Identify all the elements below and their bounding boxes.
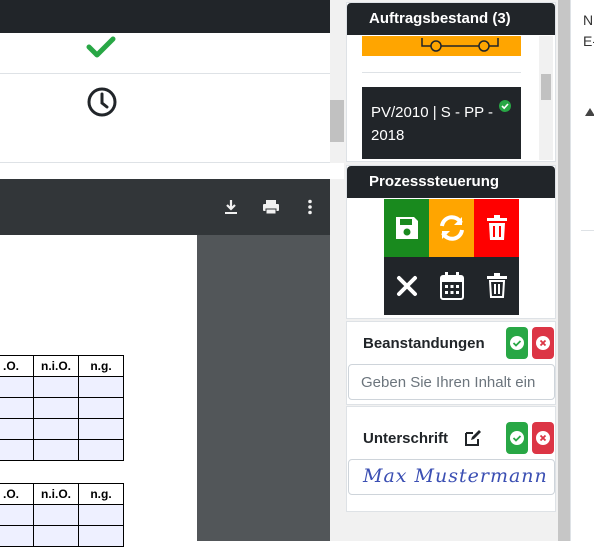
order-card[interactable]	[362, 36, 521, 56]
car-icon	[421, 38, 499, 52]
download-icon	[225, 200, 237, 214]
divider	[581, 230, 594, 231]
table-header	[0, 0, 330, 33]
table-header-cell: n.g.	[78, 355, 124, 377]
table-cell	[33, 439, 79, 461]
pdf-page: .O. n.i.O. n.g. .O. n.i.O. n.g.	[0, 235, 197, 547]
approve-button[interactable]	[506, 327, 528, 359]
beanstandungen-input-wrapper	[348, 364, 555, 400]
table-cell	[0, 439, 34, 461]
close-icon	[396, 276, 417, 296]
delete-dark-button[interactable]	[474, 257, 519, 315]
table-row[interactable]	[0, 33, 330, 74]
pdf-table: .O. n.i.O. n.g.	[0, 483, 124, 547]
cancel-button[interactable]	[384, 257, 429, 315]
prozesssteuerung-panel: Prozesssteuerung	[346, 165, 556, 319]
order-list-scrollbar[interactable]	[539, 36, 553, 160]
table-cell	[78, 376, 124, 398]
far-right-panel: N E-	[570, 0, 594, 541]
reject-button[interactable]	[532, 422, 554, 454]
panel-title: Prozesssteuerung	[347, 166, 555, 198]
table-cell	[33, 504, 79, 526]
check-icon	[86, 36, 116, 58]
print-icon	[263, 200, 279, 215]
trash-outline-icon	[486, 273, 507, 298]
calendar-button[interactable]	[429, 257, 474, 315]
unterschrift-section: Unterschrift Max Mustermann	[346, 406, 556, 512]
order-table	[0, 0, 344, 163]
edit-icon[interactable]	[464, 429, 482, 447]
auftragsbestand-panel: Auftragsbestand (3) PV/2010 | S - PP - 2…	[346, 2, 556, 162]
table-cell	[33, 525, 79, 547]
far-panel-text: E-	[583, 33, 594, 49]
beanstandungen-label: Beanstandungen	[363, 335, 485, 352]
unterschrift-label: Unterschrift	[363, 430, 449, 447]
panel-title: Auftragsbestand (3)	[347, 3, 555, 35]
table-cell	[33, 376, 79, 398]
order-card[interactable]: PV/2010 | S - PP - 2018	[362, 87, 521, 159]
print-button[interactable]	[261, 197, 281, 217]
signature-field[interactable]: Max Mustermann	[348, 459, 555, 495]
table-cell	[0, 376, 34, 398]
pdf-viewer: .O. n.i.O. n.g. .O. n.i.O. n.g.	[0, 179, 330, 547]
signature-text: Max Mustermann	[363, 465, 548, 487]
clock-icon	[87, 87, 117, 117]
check-circle-icon	[510, 336, 524, 350]
table-cell	[78, 397, 124, 419]
table-header-cell: n.i.O.	[33, 355, 79, 377]
scrollbar-thumb[interactable]	[541, 74, 551, 100]
scrollbar-thumb[interactable]	[558, 0, 570, 541]
approve-button[interactable]	[506, 422, 528, 454]
save-button[interactable]	[384, 199, 429, 257]
divider	[362, 72, 521, 73]
page-scrollbar[interactable]	[558, 0, 570, 541]
refresh-button[interactable]	[429, 199, 474, 257]
scrollbar-thumb[interactable]	[330, 100, 344, 142]
x-circle-icon	[536, 431, 550, 445]
table-cell	[0, 525, 34, 547]
table-cell	[78, 439, 124, 461]
table-cell	[78, 418, 124, 440]
trash-icon	[486, 215, 507, 240]
delete-button[interactable]	[474, 199, 519, 257]
kebab-menu-icon	[308, 199, 312, 215]
beanstandungen-input[interactable]	[349, 365, 554, 399]
check-circle-icon	[499, 100, 511, 112]
sync-icon	[439, 215, 464, 241]
reject-button[interactable]	[532, 327, 554, 359]
calendar-icon	[439, 272, 464, 300]
table-header-cell: .O.	[0, 483, 34, 505]
table-cell	[33, 418, 79, 440]
table-cell	[78, 525, 124, 547]
pdf-background	[197, 235, 330, 541]
download-button[interactable]	[221, 197, 241, 217]
table-header-cell: n.g.	[78, 483, 124, 505]
table-cell	[0, 397, 34, 419]
collapse-arrow-icon[interactable]	[585, 108, 594, 116]
table-cell	[33, 397, 79, 419]
beanstandungen-section: Beanstandungen	[346, 321, 556, 405]
table-cell	[0, 418, 34, 440]
table-header-cell: n.i.O.	[33, 483, 79, 505]
pdf-toolbar	[0, 179, 330, 235]
table-row[interactable]	[0, 74, 330, 163]
right-column: Auftragsbestand (3) PV/2010 | S - PP - 2…	[344, 0, 558, 541]
table-scrollbar[interactable]	[330, 0, 344, 163]
table-cell	[0, 504, 34, 526]
table-header-cell: .O.	[0, 355, 34, 377]
x-circle-icon	[536, 336, 550, 350]
check-circle-icon	[510, 431, 524, 445]
save-icon	[395, 217, 418, 239]
pdf-scrollbar[interactable]	[330, 179, 344, 541]
more-options-button[interactable]	[300, 197, 320, 217]
table-cell	[78, 504, 124, 526]
far-panel-text: N	[583, 12, 594, 28]
pdf-table: .O. n.i.O. n.g.	[0, 355, 124, 461]
